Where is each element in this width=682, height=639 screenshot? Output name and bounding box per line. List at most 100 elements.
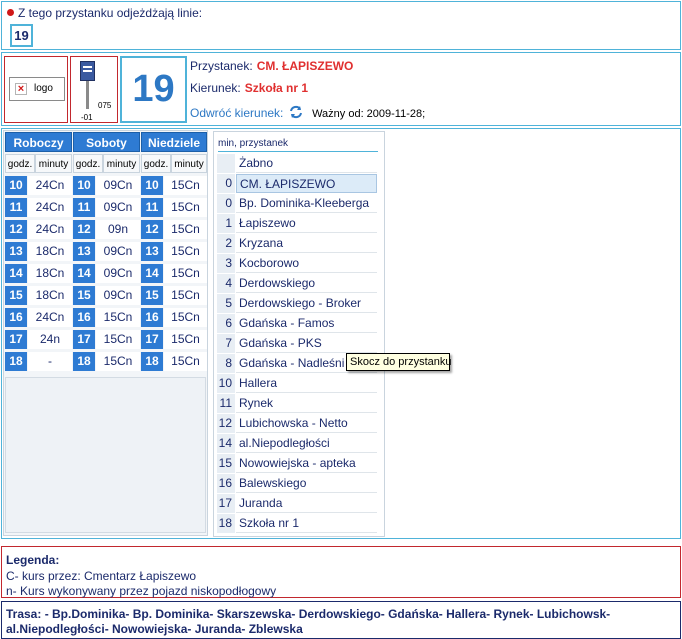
minutes-cell-sunday: 15Cn [164, 264, 207, 283]
hour-cell-sunday: 14 [141, 264, 163, 283]
minutes-cell-saturday: 15Cn [96, 308, 140, 327]
stop-link[interactable]: Nowowiejska - apteka [236, 454, 377, 473]
hour-cell-weekday: 10 [5, 176, 27, 195]
logo-frame: × logo [4, 56, 68, 123]
stop-list-item[interactable]: 5 Derdowskiego - Broker [217, 294, 377, 313]
stop-minutes: 3 [217, 254, 235, 273]
stop-link[interactable]: Lubichowska - Netto [236, 414, 377, 433]
line-link-19[interactable]: 19 [10, 24, 33, 47]
timetable-panel: Roboczy Soboty Niedziele godz. minuty go… [3, 130, 208, 536]
stop-list-item[interactable]: Żabno [217, 154, 377, 173]
stop-link[interactable]: Hallera [236, 374, 377, 393]
stop-list-item[interactable]: 4 Derdowskiego [217, 274, 377, 293]
stop-link[interactable]: Rynek [236, 394, 377, 413]
stop-minutes: 0 [217, 194, 235, 213]
stop-minutes: 15 [217, 454, 235, 473]
valid-from: Ważny od: 2009-11-28; [312, 108, 426, 120]
reverse-arrows-icon[interactable] [289, 105, 303, 119]
minutes-cell-saturday: 09Cn [96, 264, 140, 283]
minutes-cell-saturday: 09Cn [96, 176, 140, 195]
stop-list-item[interactable]: 10 Hallera [217, 374, 377, 393]
stop-list-item[interactable]: 14 al.Niepodległości [217, 434, 377, 453]
stop-list-item[interactable]: 2 Kryzana [217, 234, 377, 253]
reverse-direction-link[interactable]: Odwróć kierunek: [190, 106, 283, 120]
stop-list-item[interactable]: 17 Juranda [217, 494, 377, 513]
stop-list-item[interactable]: 0 Bp. Dominika-Kleeberga [217, 194, 377, 213]
stop-link[interactable]: Łapiszewo [236, 214, 377, 233]
stop-link[interactable]: Gdańska - Famos [236, 314, 377, 333]
stop-list-item[interactable]: 12 Lubichowska - Netto [217, 414, 377, 433]
stop-link[interactable]: Balewskiego [236, 474, 377, 493]
stop-label: Przystanek: [190, 59, 253, 73]
stop-link[interactable]: Szkoła nr 1 [236, 514, 377, 533]
stop-link[interactable]: Juranda [236, 494, 377, 513]
stop-row: Przystanek: CM. ŁAPISZEWO [190, 59, 353, 73]
stop-minutes: 14 [217, 434, 235, 453]
stop-list-item[interactable]: 16 Balewskiego [217, 474, 377, 493]
pole-icon [86, 81, 89, 109]
stop-list-item[interactable]: 18 Szkoła nr 1 [217, 514, 377, 533]
stop-link[interactable]: Bp. Dominika-Kleeberga [236, 194, 377, 213]
minutes-cell-saturday: 15Cn [96, 330, 140, 349]
legend-panel: Legenda: C- kurs przez: Cmentarz Łapisze… [1, 546, 681, 598]
stop-list-item[interactable]: 11 Rynek [217, 394, 377, 413]
minutes-cell-weekday: 18Cn [28, 286, 72, 305]
hour-cell-weekday: 16 [5, 308, 27, 327]
minutes-cell-weekday: 24Cn [28, 176, 72, 195]
stop-list-item[interactable]: 3 Kocborowo [217, 254, 377, 273]
stop-link[interactable]: Gdańska - PKS [236, 334, 377, 353]
hour-cell-weekday: 18 [5, 352, 27, 371]
minutes-cell-weekday: - [28, 352, 72, 371]
stop-link[interactable]: Kryzana [236, 234, 377, 253]
hour-cell-weekday: 12 [5, 220, 27, 239]
bullet-icon [7, 9, 14, 16]
hour-cell-weekday: 14 [5, 264, 27, 283]
hour-cell-saturday: 13 [73, 242, 95, 261]
tab-weekday[interactable]: Roboczy [5, 132, 72, 152]
minutes-cell-saturday: 09n [96, 220, 140, 239]
stop-minutes: 8 [217, 354, 235, 373]
stops-panel: min, przystanek Żabno 0 CM. ŁAPISZEWO 0 Bp. … [213, 131, 385, 537]
hour-cell-sunday: 13 [141, 242, 163, 261]
stop-minutes [217, 154, 235, 173]
hour-cell-saturday: 15 [73, 286, 95, 305]
col-minutes-saturday: minuty [103, 154, 140, 173]
hour-cell-saturday: 16 [73, 308, 95, 327]
stop-link[interactable]: CM. ŁAPISZEWO [236, 174, 377, 193]
stop-list-item[interactable]: 1 Łapiszewo [217, 214, 377, 233]
legend-item: n- Kurs wykonywany przez pojazd niskopod… [6, 584, 277, 598]
line-number-badge: 19 [120, 56, 187, 123]
minutes-cell-sunday: 15Cn [164, 330, 207, 349]
hour-cell-weekday: 11 [5, 198, 27, 217]
hour-cell-sunday: 18 [141, 352, 163, 371]
logo-image: × logo [9, 77, 65, 101]
tab-sunday[interactable]: Niedziele [141, 132, 207, 152]
bus-stop-sign-icon [80, 61, 95, 81]
col-minutes-weekday: minuty [35, 154, 72, 173]
stop-link[interactable]: Derdowskiego [236, 274, 377, 293]
minutes-cell-weekday: 24n [28, 330, 72, 349]
tab-saturday[interactable]: Soboty [73, 132, 140, 152]
logo-alt-text: logo [34, 83, 53, 94]
hour-cell-sunday: 11 [141, 198, 163, 217]
pole-code-bottom: -01 [81, 113, 93, 122]
col-hour-weekday: godz. [5, 154, 35, 173]
stop-link[interactable]: al.Niepodległości [236, 434, 377, 453]
stop-list-item[interactable]: 15 Nowowiejska - apteka [217, 454, 377, 473]
pole-code-top: 075 [98, 101, 112, 110]
minutes-cell-sunday: 15Cn [164, 242, 207, 261]
stop-link[interactable]: Żabno [236, 154, 377, 173]
stop-link[interactable]: Kocborowo [236, 254, 377, 273]
stop-minutes: 6 [217, 314, 235, 333]
stop-list-item[interactable]: 0 CM. ŁAPISZEWO [217, 174, 377, 193]
minutes-cell-sunday: 15Cn [164, 308, 207, 327]
direction-row: Kierunek: Szkoła nr 1 [190, 81, 308, 95]
stop-list-item[interactable]: 7 Gdańska - PKS [217, 334, 377, 353]
stop-list-item[interactable]: 6 Gdańska - Famos [217, 314, 377, 333]
minutes-cell-sunday: 15Cn [164, 352, 207, 371]
hour-cell-weekday: 17 [5, 330, 27, 349]
stop-link[interactable]: Derdowskiego - Broker [236, 294, 377, 313]
hour-cell-sunday: 17 [141, 330, 163, 349]
stop-minutes: 12 [217, 414, 235, 433]
route-panel: Trasa: - Bp.Dominika- Bp. Dominika- Skar… [1, 601, 681, 639]
